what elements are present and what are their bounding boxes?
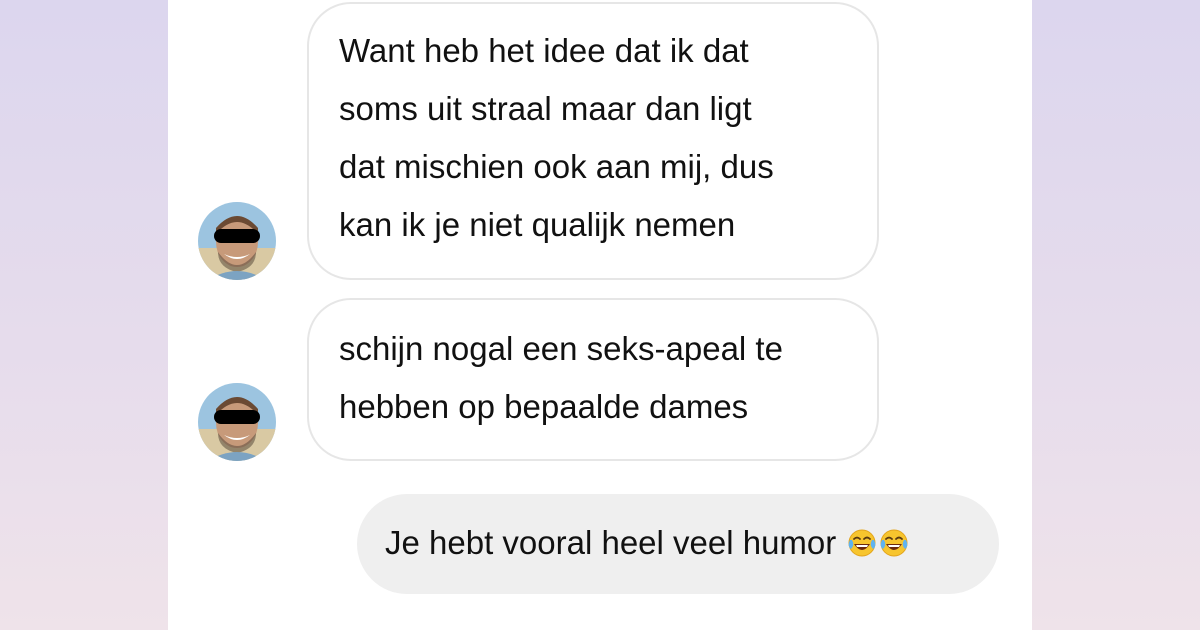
avatar-image	[198, 383, 276, 461]
message-line: soms uit straal maar dan ligt	[339, 90, 752, 127]
chat-panel: Want heb het idee dat ik dat soms uit st…	[168, 0, 1032, 630]
sender-avatar[interactable]	[198, 383, 276, 461]
message-line: kan ik je niet qualijk nemen	[339, 206, 736, 243]
incoming-message-bubble[interactable]: Want heb het idee dat ik dat soms uit st…	[307, 2, 879, 280]
message-text: Je hebt vooral heel veel humor	[385, 524, 837, 561]
outgoing-message-bubble[interactable]: Je hebt vooral heel veel humor	[357, 494, 999, 594]
tears-of-joy-emoji-icon	[880, 529, 908, 557]
sender-avatar[interactable]	[198, 202, 276, 280]
message-line: hebben op bepaalde dames	[339, 388, 749, 425]
incoming-message-bubble[interactable]: schijn nogal een seks-apeal te hebben op…	[307, 298, 879, 461]
avatar-image	[198, 202, 276, 280]
message-line: dat mischien ook aan mij, dus	[339, 148, 774, 185]
message-line: schijn nogal een seks-apeal te	[339, 330, 783, 367]
tears-of-joy-emoji-icon	[848, 529, 876, 557]
message-line: Want heb het idee dat ik dat	[339, 32, 749, 69]
